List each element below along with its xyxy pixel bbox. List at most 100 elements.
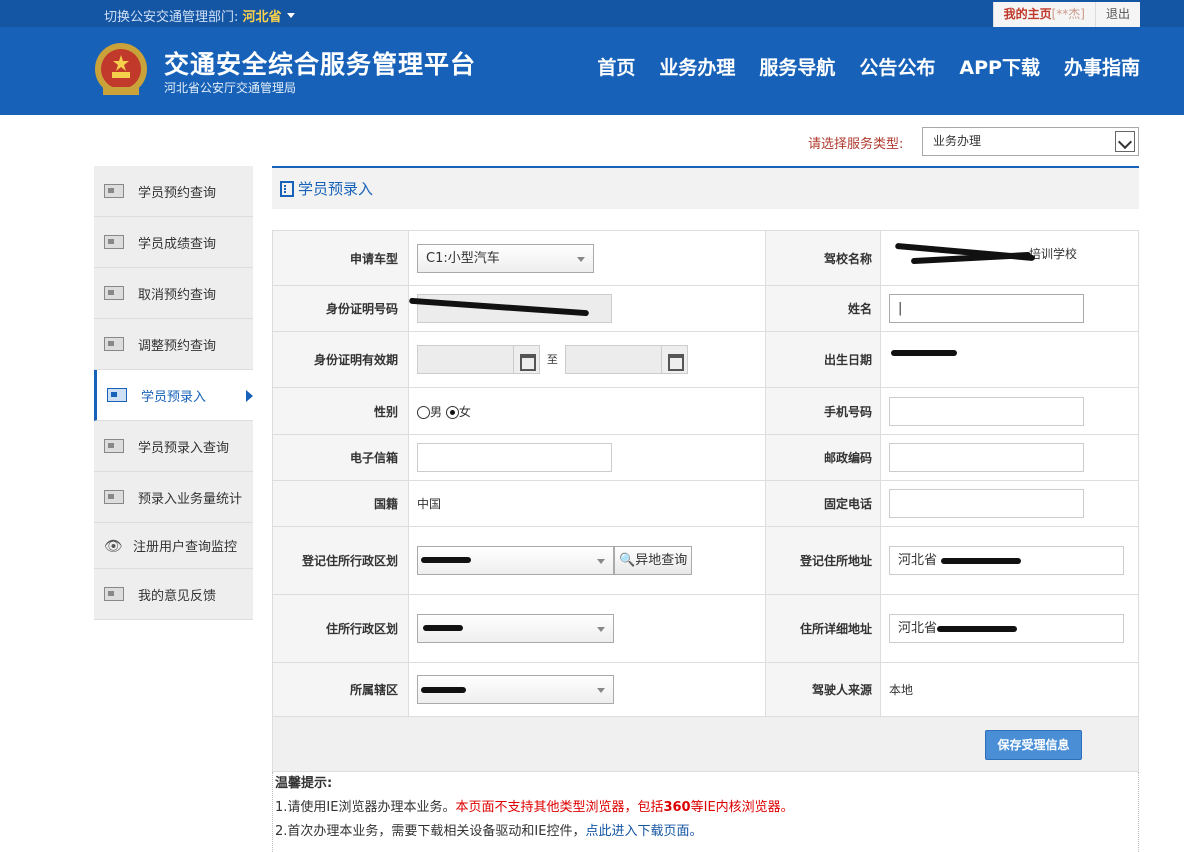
reg-district-cell: 🔍异地查询: [408, 526, 766, 595]
landline-cell: [880, 480, 1139, 527]
name-cell: |: [880, 285, 1139, 332]
platform-subtitle: 河北省公安厅交通管理局: [164, 81, 297, 95]
page-title: 学员预录入: [298, 180, 374, 198]
redaction-mark: [891, 350, 957, 356]
sidebar-item-pre-entry[interactable]: 学员预录入: [94, 370, 253, 421]
form-row: 性别 男 女 手机号码: [272, 387, 1139, 435]
department-switcher[interactable]: 切换公安交通管理部门: 河北省: [104, 6, 295, 25]
calendar-icon[interactable]: [514, 345, 540, 374]
save-button[interactable]: 保存受理信息: [985, 730, 1082, 760]
nav-home[interactable]: 首页: [597, 53, 635, 80]
sidebar: 学员预约查询 学员成绩查询 取消预约查询 调整预约查询 学员预录入 学员预录入查…: [94, 166, 253, 620]
sidebar-item-pre-entry-query[interactable]: 学员预录入查询: [94, 421, 253, 472]
sidebar-item-label: 学员预录入: [141, 389, 207, 405]
sidebar-item-feedback[interactable]: 我的意见反馈: [94, 569, 253, 620]
id-card-icon: [104, 337, 124, 351]
service-type-label: 请选择服务类型:: [808, 137, 904, 152]
form-row: 登记住所行政区划 🔍异地查询 登记住所地址 河北省: [272, 526, 1139, 595]
service-type-select[interactable]: 业务办理: [922, 127, 1139, 156]
nav-guide[interactable]: 办事指南: [1064, 53, 1140, 80]
landline-field[interactable]: [889, 489, 1084, 518]
eye-icon: 👁: [104, 536, 124, 555]
redaction-mark: [421, 687, 466, 693]
tips-line-2: 2.首次办理本业务，需要下载相关设备驱动和IE控件，点此进入下载页面。: [275, 820, 1138, 844]
main-content: 学员预录入 申请车型 C1:小型汽车 驾校名称 培训学校 身份证明号码 姓名 |: [272, 166, 1139, 852]
tips-text: 2.首次办理本业务，需要下载相关设备驱动和IE控件，: [275, 824, 586, 839]
sidebar-item-appointment-query[interactable]: 学员预约查询: [94, 166, 253, 217]
sidebar-item-cancel-query[interactable]: 取消预约查询: [94, 268, 253, 319]
nav-business[interactable]: 业务办理: [659, 53, 735, 80]
user-links: 我的主页[**杰] 退出: [992, 2, 1140, 27]
page-title-bar: 学员预录入: [272, 166, 1139, 209]
sidebar-item-label: 调整预约查询: [138, 338, 217, 354]
main-nav: 首页 业务办理 服务导航 公告公布 APP下载 办事指南: [597, 53, 1140, 80]
form-row: 申请车型 C1:小型汽车 驾校名称 培训学校: [272, 230, 1139, 286]
phone-field[interactable]: [889, 396, 1084, 426]
res-district-cell: [408, 594, 766, 663]
email-field[interactable]: [417, 443, 612, 472]
chevron-down-icon[interactable]: [1115, 131, 1135, 152]
form-row: 身份证明号码 姓名 |: [272, 285, 1139, 332]
remote-query-button[interactable]: 🔍异地查询: [614, 546, 693, 575]
redaction-mark: [937, 626, 1017, 632]
id-card-icon: [104, 286, 124, 300]
school-name-value: 培训学校: [1029, 247, 1078, 261]
caret-down-icon[interactable]: [286, 13, 295, 18]
res-address-value: 河北省: [898, 621, 938, 636]
postcode-cell: [880, 434, 1139, 481]
nationality-value: 中国: [408, 480, 766, 527]
student-entry-form: 申请车型 C1:小型汽车 驾校名称 培训学校 身份证明号码 姓名 | 身份证明有: [272, 230, 1139, 717]
department-switch-label: 切换公安交通管理部门:: [104, 10, 239, 25]
school-name-label: 驾校名称: [765, 230, 881, 286]
res-address-cell: 河北省: [880, 594, 1139, 663]
phone-label: 手机号码: [765, 387, 881, 435]
postcode-field[interactable]: [889, 443, 1084, 472]
email-label: 电子信箱: [272, 434, 409, 481]
nav-announcements[interactable]: 公告公布: [859, 53, 935, 80]
sidebar-item-label: 预录入业务量统计: [138, 491, 243, 507]
id-card-icon: [104, 235, 124, 249]
id-card-icon: [107, 388, 127, 402]
my-homepage-link[interactable]: 我的主页[**杰]: [992, 2, 1095, 27]
name-field[interactable]: |: [889, 294, 1084, 323]
birth-date-cell: [880, 331, 1139, 388]
form-row: 住所行政区划 住所详细地址 河北省: [272, 594, 1139, 663]
res-district-label: 住所行政区划: [272, 594, 409, 663]
sidebar-item-adjust-query[interactable]: 调整预约查询: [94, 319, 253, 370]
id-card-icon: [104, 439, 124, 453]
id-valid-from-field[interactable]: [417, 345, 514, 374]
driver-source-value: 本地: [880, 662, 1139, 717]
nationality-label: 国籍: [272, 480, 409, 527]
calendar-icon[interactable]: [661, 345, 688, 374]
tips-panel: 温馨提示: 1.请使用IE浏览器办理本业务。本页面不支持其他类型浏览器，包括36…: [272, 772, 1139, 852]
gender-female-radio[interactable]: [445, 405, 459, 419]
id-valid-to-field[interactable]: [564, 345, 662, 374]
nav-service-guide[interactable]: 服务导航: [759, 53, 835, 80]
jurisdiction-cell: [408, 662, 766, 717]
nav-app-download[interactable]: APP下载: [959, 53, 1040, 80]
sidebar-item-score-query[interactable]: 学员成绩查询: [94, 217, 253, 268]
province-selector[interactable]: 河北省: [243, 10, 282, 25]
gender-male-radio[interactable]: [417, 405, 430, 419]
id-valid-label: 身份证明有效期: [272, 331, 409, 388]
id-valid-cell: 至: [408, 331, 766, 388]
building-icon: [280, 180, 294, 197]
vehicle-type-select[interactable]: C1:小型汽车: [417, 243, 594, 273]
sidebar-item-statistics[interactable]: 预录入业务量统计: [94, 472, 253, 523]
search-icon: 🔍: [619, 553, 636, 568]
sidebar-item-user-monitor[interactable]: 👁 注册用户查询监控: [94, 523, 253, 569]
police-emblem-icon: [95, 43, 147, 95]
email-cell: [408, 434, 766, 481]
remote-query-label: 异地查询: [635, 553, 688, 568]
form-row: 电子信箱 邮政编码: [272, 434, 1139, 481]
logout-link[interactable]: 退出: [1094, 2, 1140, 27]
postcode-label: 邮政编码: [765, 434, 881, 481]
username: [**杰]: [1051, 7, 1085, 21]
download-link[interactable]: 点此进入下载页面。: [585, 824, 702, 839]
school-name-cell: 培训学校: [880, 230, 1139, 286]
tips-warning-bold: 360: [663, 800, 691, 815]
gender-label: 性别: [272, 387, 409, 435]
id-valid-to-label: 至: [546, 353, 558, 366]
tips-title: 温馨提示:: [275, 776, 333, 791]
phone-cell: [880, 387, 1139, 435]
